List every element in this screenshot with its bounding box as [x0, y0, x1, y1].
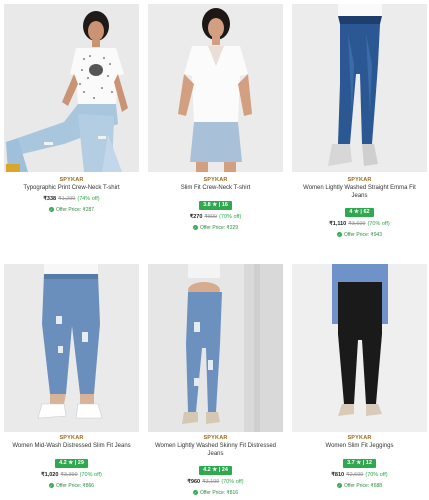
- product-mrp: ₹1,299: [58, 195, 76, 202]
- product-mrp: ₹2,699: [346, 471, 364, 478]
- product-discount: (70% off): [221, 479, 244, 485]
- product-discount: (74% off): [77, 195, 100, 202]
- product-price-row: ₹960 ₹3,199 (70% off): [148, 478, 283, 487]
- offer-price-label: Offer Price: ₹287: [55, 206, 95, 213]
- rating-badge: 3.7 ★ | 12: [343, 458, 376, 468]
- product-mrp: ₹3,399: [60, 471, 78, 478]
- product-price-row: ₹338 ₹1,299 (74% off): [4, 195, 139, 204]
- product-image[interactable]: [292, 264, 427, 432]
- product-image[interactable]: [148, 264, 283, 432]
- product-info: SPYKAR Women Slim Fit Jeggings 3.7 ★ | 1…: [292, 434, 427, 490]
- offer-price-label: Offer Price: ₹688: [343, 482, 383, 489]
- product-mrp: ₹899: [204, 213, 218, 220]
- product-price-row: ₹810 ₹2,699 (70% off): [292, 471, 427, 480]
- product-price-row: ₹270 ₹899 (70% off): [148, 213, 283, 222]
- product-name[interactable]: Women Lightly Washed Skinny Fit Distress…: [148, 443, 283, 458]
- product-mrp: ₹3,199: [202, 479, 220, 485]
- check-circle-icon: ✓: [192, 490, 198, 496]
- offer-price-label: Offer Price: ₹866: [55, 482, 95, 489]
- check-circle-icon: ✓: [336, 482, 342, 488]
- product-image[interactable]: [148, 4, 283, 172]
- product-price: ₹338: [43, 195, 57, 202]
- product-price: ₹810: [331, 471, 345, 478]
- product-price: ₹1,110: [329, 221, 347, 227]
- product-discount: (70% off): [79, 471, 102, 478]
- check-circle-icon: ✓: [48, 206, 54, 212]
- product-image[interactable]: [292, 4, 427, 172]
- rating-badge: 3.8 ★ | 16: [199, 200, 232, 210]
- product-price-row: ₹1,110 ₹3,699 (70% off): [292, 220, 427, 229]
- product-brand: SPYKAR: [347, 177, 372, 183]
- product-discount: (70% off): [367, 221, 390, 227]
- check-circle-icon: ✓: [336, 232, 342, 238]
- product-price: ₹960: [187, 479, 201, 485]
- product-brand: SPYKAR: [203, 435, 228, 441]
- product-name[interactable]: Women Slim Fit Jeggings: [292, 443, 427, 451]
- offer-price: ✓ Offer Price: ₹287: [4, 206, 139, 214]
- product-name[interactable]: Women Mid-Wash Distressed Slim Fit Jeans: [4, 443, 139, 451]
- product-name[interactable]: Women Lightly Washed Straight Emma Fit J…: [292, 185, 427, 200]
- product-price-row: ₹1,020 ₹3,399 (70% off): [4, 471, 139, 480]
- product-info: SPYKAR Women Lightly Washed Skinny Fit D…: [148, 434, 283, 497]
- product-discount: (70% off): [219, 213, 242, 220]
- product-brand: SPYKAR: [347, 435, 372, 441]
- product-price: ₹270: [189, 213, 203, 220]
- product-image[interactable]: [4, 264, 139, 432]
- offer-price: ✓ Offer Price: ₹688: [292, 482, 427, 490]
- offer-price-label: Offer Price: ₹943: [343, 232, 383, 238]
- rating-badge: 4 ★ | 62: [345, 208, 374, 217]
- offer-price: ✓ Offer Price: ₹229: [148, 224, 283, 232]
- offer-price: ✓ Offer Price: ₹816: [148, 489, 283, 497]
- product-name[interactable]: Typographic Print Crew-Neck T-shirt: [4, 185, 139, 193]
- product-discount: (70% off): [365, 471, 388, 478]
- product-info: SPYKAR Slim Fit Crew-Neck T-shirt 3.8 ★ …: [148, 176, 283, 232]
- product-info: SPYKAR Typographic Print Crew-Neck T-shi…: [4, 176, 139, 214]
- product-info: SPYKAR Women Mid-Wash Distressed Slim Fi…: [4, 434, 139, 490]
- product-price: ₹1,020: [41, 471, 59, 478]
- product-info: SPYKAR Women Lightly Washed Straight Emm…: [292, 176, 427, 239]
- product-brand: SPYKAR: [59, 177, 84, 183]
- product-brand: SPYKAR: [203, 177, 228, 183]
- product-image[interactable]: [4, 4, 139, 172]
- offer-price: ✓ Offer Price: ₹943: [292, 231, 427, 239]
- rating-badge: 4.2 ★ | 24: [199, 466, 232, 475]
- rating-badge: 4.2 ★ | 29: [55, 458, 88, 468]
- offer-price-label: Offer Price: ₹229: [199, 224, 239, 231]
- check-circle-icon: ✓: [48, 482, 54, 488]
- offer-price-label: Offer Price: ₹816: [199, 490, 239, 496]
- product-name[interactable]: Slim Fit Crew-Neck T-shirt: [148, 185, 283, 193]
- check-circle-icon: ✓: [192, 224, 198, 230]
- product-mrp: ₹3,699: [348, 221, 366, 227]
- product-brand: SPYKAR: [59, 435, 84, 441]
- offer-price: ✓ Offer Price: ₹866: [4, 482, 139, 490]
